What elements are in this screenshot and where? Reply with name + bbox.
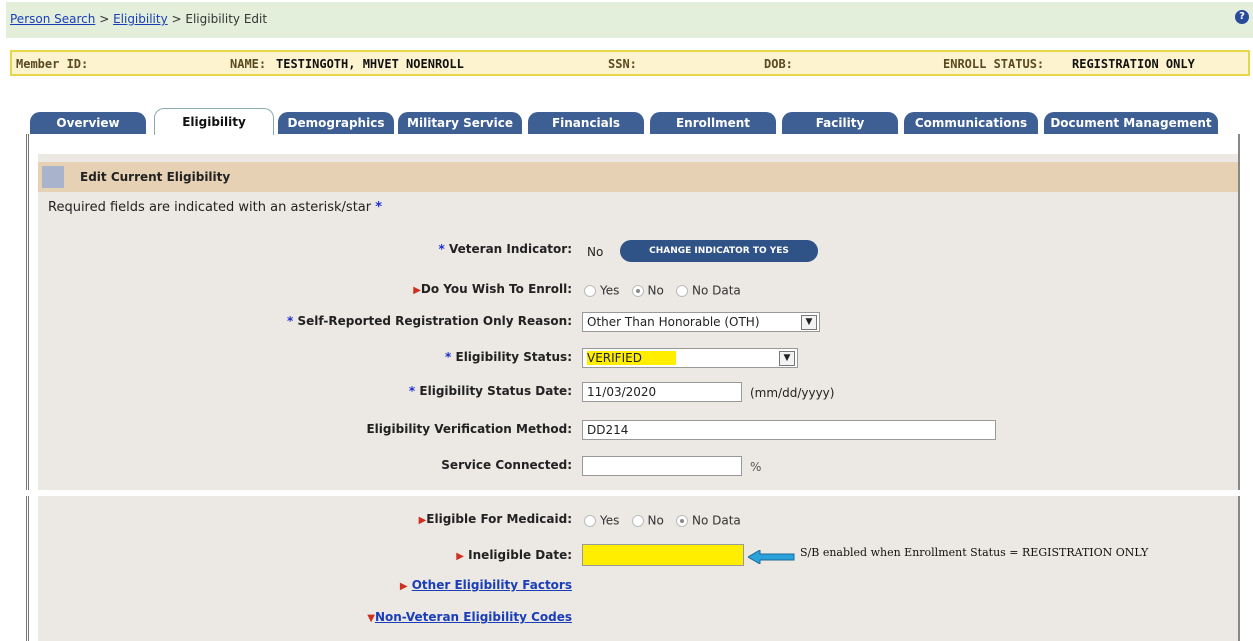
non-veteran-codes-container: ▼Non-Veteran Eligibility Codes [367, 610, 572, 624]
ssn-label: SSN: [608, 57, 637, 71]
ineligible-date-row: ▶ Ineligible Date: [38, 548, 572, 568]
service-connected-row: Service Connected: [38, 458, 572, 478]
required-note-text: Required fields are indicated with an as… [48, 200, 372, 215]
eligibility-date-input[interactable]: 11/03/2020 [582, 382, 742, 402]
verification-method-input[interactable]: DD214 [582, 420, 996, 440]
verification-method-label: Eligibility Verification Method: [366, 422, 572, 436]
medicaid-label: ▶Eligible For Medicaid: [418, 512, 572, 526]
medicaid-yes-radio[interactable] [584, 514, 596, 527]
veteran-indicator-label: * Veteran Indicator: [438, 242, 572, 256]
change-indicator-button[interactable]: CHANGE INDICATOR TO YES [620, 240, 818, 262]
required-note: Required fields are indicated with an as… [48, 200, 382, 215]
non-veteran-codes-row: ▼Non-Veteran Eligibility Codes [38, 610, 572, 630]
edit-eligibility-panel: Edit Current Eligibility Required fields… [38, 154, 1238, 641]
breadcrumb-eligibility-link[interactable]: Eligibility [113, 12, 168, 26]
screenshot-divider [0, 490, 1253, 496]
ineligible-date-label: ▶ Ineligible Date: [456, 548, 572, 562]
medicaid-no-radio[interactable] [631, 514, 644, 527]
triangle-down-icon: ▼ [367, 613, 375, 624]
breadcrumb-separator: > [95, 12, 114, 26]
breadcrumb-person-search-link[interactable]: Person Search [10, 12, 95, 26]
member-id-label: Member ID: [16, 57, 89, 71]
eligibility-status-row: * Eligibility Status: [38, 350, 572, 370]
service-connected-input[interactable] [582, 456, 742, 476]
chevron-down-icon: ▼ [801, 315, 817, 330]
required-star-icon: * [408, 384, 416, 398]
dob-label: DOB: [764, 57, 793, 71]
veteran-indicator-row: * Veteran Indicator: [38, 242, 572, 262]
enroll-wish-label: ▶Do You Wish To Enroll: [413, 282, 572, 296]
registration-reason-select[interactable]: Other Than Honorable (OTH) ▼ [582, 312, 820, 332]
enroll-wish-no-radio[interactable] [631, 284, 644, 297]
eligibility-date-label: * Eligibility Status Date: [408, 384, 572, 398]
tab-enrollment[interactable]: Enrollment [650, 112, 776, 134]
tab-document-management[interactable]: Document Management [1044, 112, 1218, 134]
breadcrumb-bar: Person Search > Eligibility > Eligibilit… [6, 2, 1253, 38]
arrow-left-icon [748, 550, 795, 564]
tab-demographics[interactable]: Demographics [278, 112, 394, 134]
tab-financials[interactable]: Financials [528, 112, 644, 134]
tab-communications[interactable]: Communications [904, 112, 1038, 134]
enroll-status-label: ENROLL STATUS: [943, 57, 1045, 71]
member-info-bar: Member ID: NAME: TESTINGOTH, MHVET NOENR… [10, 50, 1250, 76]
percent-unit: % [750, 460, 762, 474]
tab-eligibility[interactable]: Eligibility [154, 108, 274, 135]
enroll-wish-row: ▶Do You Wish To Enroll: [38, 282, 572, 302]
member-name: TESTINGOTH, MHVET NOENROLL [276, 57, 464, 71]
required-star-icon: * [438, 242, 445, 256]
required-star-icon: * [445, 350, 452, 364]
help-icon[interactable]: ? [1235, 10, 1249, 24]
enroll-status-value: REGISTRATION ONLY [1072, 57, 1195, 71]
registration-reason-label: * Self-Reported Registration Only Reason… [287, 314, 572, 328]
enroll-wish-nodata-radio[interactable] [675, 284, 688, 297]
other-eligibility-factors-link[interactable]: Other Eligibility Factors [412, 578, 572, 592]
panel-header: Edit Current Eligibility [38, 162, 1238, 192]
enroll-wish-options: Yes No No Data [576, 283, 741, 298]
ineligible-date-input[interactable] [582, 544, 744, 566]
annotation-note: S/B enabled when Enrollment Status = REG… [800, 546, 1149, 559]
panel-title: Edit Current Eligibility [80, 170, 231, 184]
chevron-down-icon: ▼ [779, 351, 795, 366]
medicaid-nodata-radio[interactable] [675, 514, 688, 527]
medicaid-options: Yes No No Data [576, 513, 741, 528]
eligibility-status-select[interactable]: VERIFIED ▼ [582, 348, 798, 368]
verification-method-row: Eligibility Verification Method: [38, 422, 572, 442]
breadcrumb-separator: > [167, 12, 186, 26]
triangle-right-icon: ▶ [399, 581, 408, 592]
name-label: NAME: [230, 57, 267, 71]
service-connected-label: Service Connected: [441, 458, 572, 472]
registration-reason-row: * Self-Reported Registration Only Reason… [38, 314, 572, 334]
non-veteran-eligibility-codes-link[interactable]: Non-Veteran Eligibility Codes [375, 610, 572, 624]
required-star-icon: * [375, 200, 383, 215]
tab-military-service[interactable]: Military Service [398, 112, 522, 134]
enroll-wish-yes-radio[interactable] [584, 284, 596, 297]
breadcrumb: Person Search > Eligibility > Eligibilit… [10, 12, 267, 26]
tab-facility[interactable]: Facility [782, 112, 898, 134]
date-format-hint: (mm/dd/yyyy) [750, 386, 835, 400]
other-factors-container: ▶ Other Eligibility Factors [400, 578, 572, 592]
required-star-icon: * [287, 314, 294, 328]
eligibility-status-label: * Eligibility Status: [445, 350, 572, 364]
eligibility-date-row: * Eligibility Status Date: [38, 384, 572, 404]
veteran-indicator-value: No [587, 245, 604, 259]
medicaid-row: ▶Eligible For Medicaid: [38, 512, 572, 532]
panel-header-marker [42, 166, 64, 188]
triangle-right-icon: ▶ [413, 285, 421, 296]
other-factors-row: ▶ Other Eligibility Factors [38, 578, 572, 598]
triangle-right-icon: ▶ [456, 551, 464, 562]
frame-left-border [26, 496, 32, 641]
tab-overview[interactable]: Overview [30, 112, 146, 134]
breadcrumb-current: Eligibility Edit [185, 12, 268, 26]
